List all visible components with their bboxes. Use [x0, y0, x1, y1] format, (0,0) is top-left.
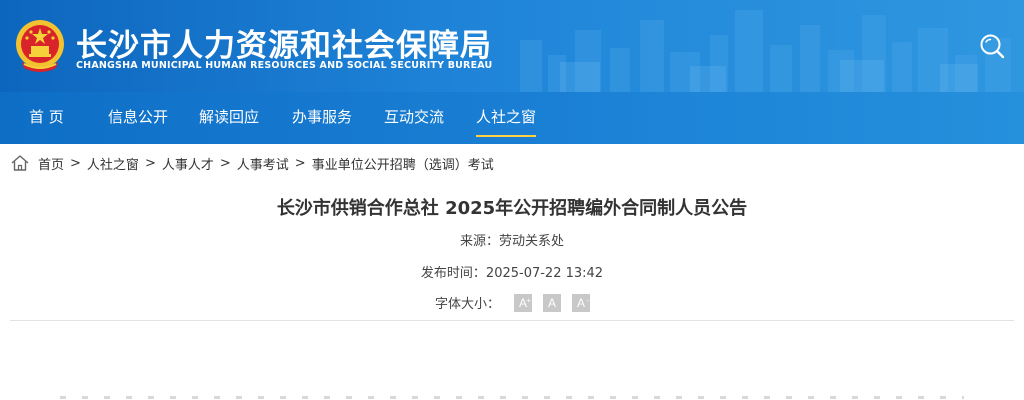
- site-header: 长沙市人力资源和社会保障局 CHANGSHA MUNICIPAL HUMAN R…: [0, 0, 1024, 92]
- national-emblem-icon: [16, 20, 64, 72]
- breadcrumb-separator: >: [219, 155, 231, 171]
- font-size-controls: 字体大小： A + A A-: [0, 293, 1024, 312]
- nav-item-home[interactable]: 首 页: [29, 92, 64, 144]
- breadcrumb-personnel-exam[interactable]: 人事考试: [237, 154, 289, 173]
- nav-item-services[interactable]: 办事服务: [292, 92, 352, 144]
- nav-item-interpretation[interactable]: 解读回应: [199, 92, 259, 144]
- breadcrumb-public-recruitment[interactable]: 事业单位公开招聘（选调）考试: [312, 154, 494, 173]
- article-publish-time: 发布时间：2025-07-22 13:42: [420, 266, 604, 281]
- site-subtitle-en: CHANGSHA MUNICIPAL HUMAN RESOURCES AND S…: [76, 60, 493, 71]
- home-icon: [11, 155, 29, 171]
- nav-item-info-disclosure[interactable]: 信息公开: [108, 92, 168, 144]
- article-title: 长沙市供销合作总社 2025年公开招聘编外合同制人员公告: [276, 198, 748, 219]
- font-size-label: 字体大小：: [434, 297, 500, 312]
- font-size-default-button[interactable]: A: [543, 293, 561, 312]
- font-size-decrease-label: A: [576, 295, 585, 310]
- font-size-default-label: A: [547, 295, 556, 310]
- site-title: 长沙市人力资源和社会保障局: [76, 28, 492, 64]
- breadcrumb-separator: >: [144, 155, 156, 171]
- breadcrumb-separator: >: [294, 155, 306, 171]
- breadcrumb: 首页 > 人社之窗 > 人事人才 > 人事考试 > 事业单位公开招聘（选调）考试: [10, 152, 494, 174]
- breadcrumb-home[interactable]: 首页: [38, 154, 64, 173]
- breadcrumb-personnel-talent[interactable]: 人事人才: [162, 154, 214, 173]
- nav-item-hr-window[interactable]: 人社之窗: [476, 92, 537, 144]
- article-source: 来源：劳动关系处: [459, 234, 564, 249]
- main-nav: 首 页 信息公开 解读回应 办事服务 互动交流 人社之窗: [0, 92, 1024, 144]
- article-divider: [10, 320, 1014, 321]
- article-body-cutoff: [0, 392, 1024, 400]
- plus-mark: +: [526, 295, 531, 305]
- breadcrumb-hr-window[interactable]: 人社之窗: [87, 154, 139, 173]
- font-size-increase-button[interactable]: A +: [514, 293, 532, 312]
- nav-item-interaction[interactable]: 互动交流: [384, 92, 444, 144]
- minus-mark: -: [586, 295, 589, 305]
- search-icon[interactable]: [979, 33, 1005, 59]
- font-size-decrease-button[interactable]: A-: [572, 293, 590, 312]
- breadcrumb-separator: >: [70, 155, 81, 171]
